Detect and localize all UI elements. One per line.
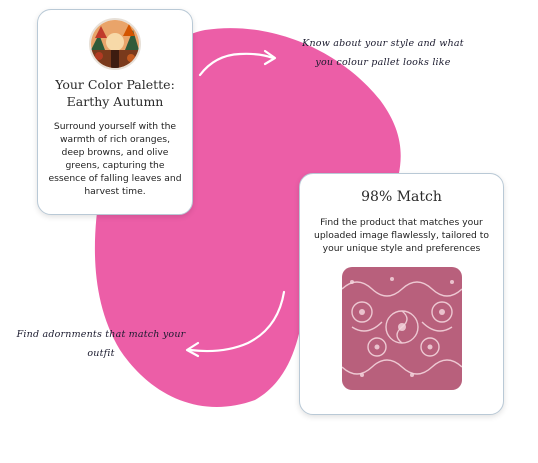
curved-arrow-right-icon (198, 49, 277, 77)
color-palette-card: Your Color Palette: Earthy Autumn Surrou… (37, 9, 193, 215)
annotation-bottom-line2: outfit (87, 348, 115, 359)
match-description: Find the product that matches your uploa… (314, 217, 489, 254)
annotation-top: Know about your style and what you colou… (288, 34, 478, 72)
annotation-bottom-line1: Find adornments that match your (16, 329, 186, 340)
annotation-top-line1: Know about your style and what (302, 38, 464, 49)
autumn-landscape-avatar (89, 18, 141, 70)
pink-lace-trim-image (341, 267, 462, 390)
annotation-top-line2: you colour pallet looks like (315, 57, 451, 68)
match-title: 98% Match (361, 189, 442, 205)
product-match-card: 98% Match Find the product that matches … (299, 173, 504, 415)
palette-title-line1: Your Color Palette: (55, 77, 175, 92)
palette-description: Surround yourself with the warmth of ric… (48, 121, 182, 197)
annotation-bottom: Find adornments that match your outfit (10, 325, 192, 363)
curved-arrow-left-icon (185, 290, 286, 358)
palette-title: Your Color Palette: Earthy Autumn (48, 76, 182, 110)
palette-title-line2: Earthy Autumn (66, 94, 164, 109)
